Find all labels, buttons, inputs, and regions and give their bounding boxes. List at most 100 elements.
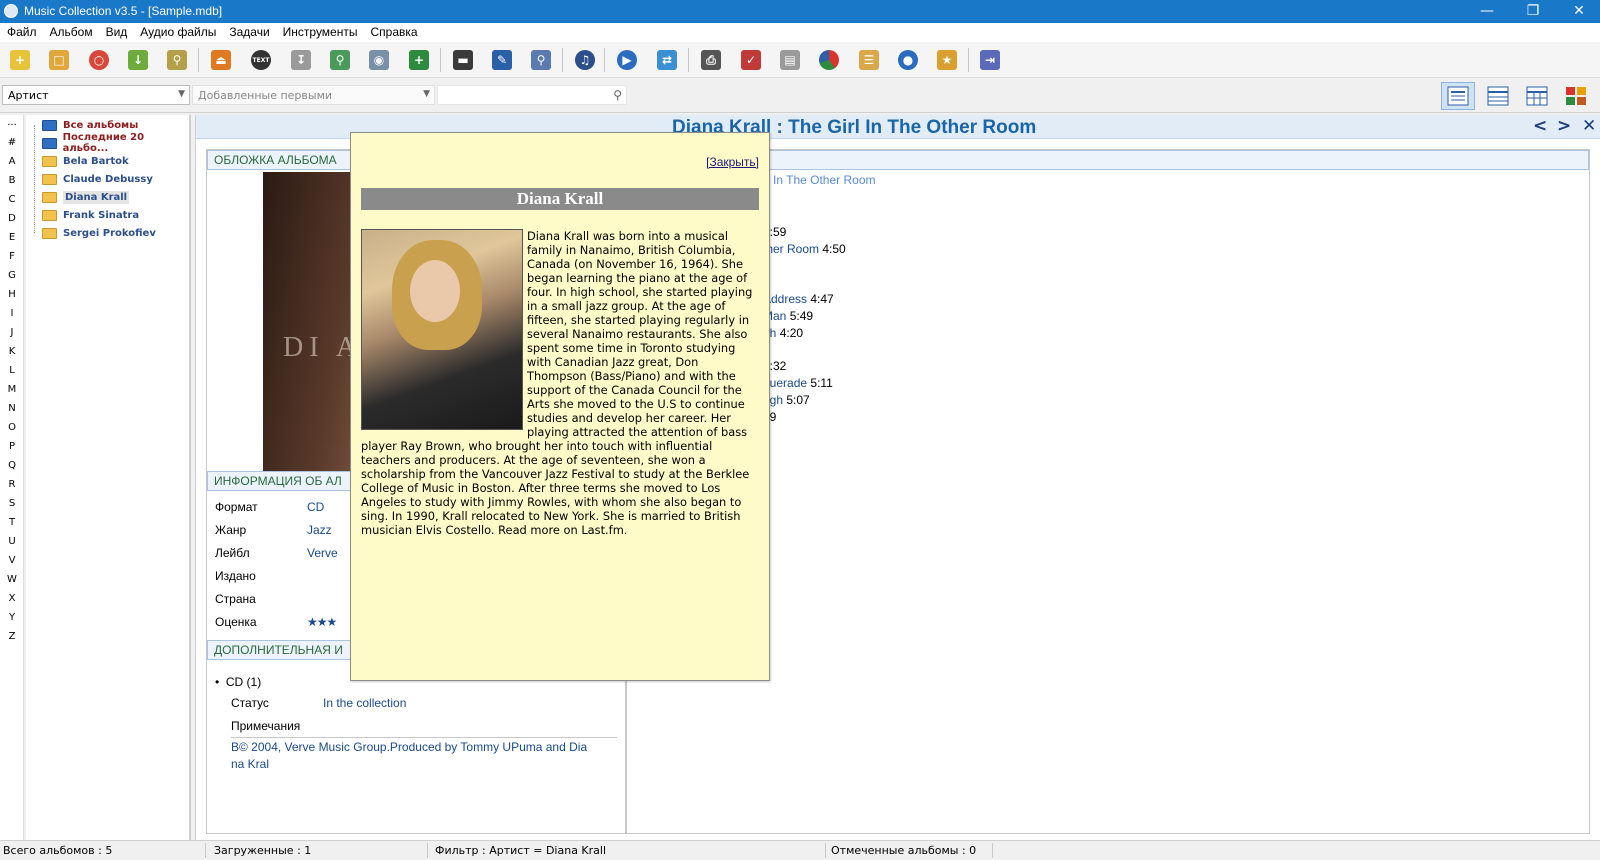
field-select[interactable]: Артист ▼ — [2, 85, 190, 105]
print-icon[interactable]: ⎙ — [698, 47, 724, 73]
next-album-button[interactable]: > — [1557, 116, 1571, 136]
import-icon[interactable]: ↓ — [125, 47, 151, 73]
close-window-button[interactable]: ✕ — [1556, 0, 1600, 23]
eject-icon[interactable]: ⏏ — [208, 47, 234, 73]
track-row[interactable]: ther Room 4:50 — [763, 242, 846, 256]
alpha-item[interactable]: C — [0, 194, 24, 205]
alpha-item[interactable]: I — [0, 308, 24, 319]
tree-item-artist[interactable]: Claude Debussy — [42, 170, 153, 188]
alpha-item[interactable]: J — [0, 327, 24, 338]
app-icon — [4, 4, 18, 18]
edit-icon[interactable]: ✎ — [489, 47, 515, 73]
user-icon[interactable]: ● — [895, 47, 921, 73]
shuffle-icon[interactable]: ⇄ — [654, 47, 680, 73]
prev-album-button[interactable]: < — [1533, 116, 1547, 136]
view-details-button[interactable] — [1441, 82, 1475, 110]
ribbon-icon[interactable]: ★ — [934, 47, 960, 73]
rating-stars[interactable]: ★★★ — [307, 615, 337, 629]
artist-photo — [361, 229, 523, 430]
camera-icon[interactable]: ◉ — [366, 47, 392, 73]
search-online-icon[interactable]: ⚲ — [327, 47, 353, 73]
alpha-item[interactable]: R — [0, 479, 24, 490]
folder-icon — [42, 137, 57, 149]
tree-item-artist[interactable]: Bela Bartok — [42, 152, 129, 170]
close-popup-link[interactable]: [Закрыть] — [706, 155, 759, 169]
alpha-item[interactable]: T — [0, 517, 24, 528]
alpha-item[interactable]: K — [0, 346, 24, 357]
audio-search-icon[interactable]: ♫ — [572, 47, 598, 73]
list-icon[interactable]: ☰ — [856, 47, 882, 73]
calendar-icon[interactable]: ✓ — [738, 47, 764, 73]
folder-icon — [42, 173, 57, 185]
alpha-item[interactable]: L — [0, 365, 24, 376]
alpha-item[interactable]: N — [0, 403, 24, 414]
alpha-item[interactable]: M — [0, 384, 24, 395]
alpha-item[interactable]: Q — [0, 460, 24, 471]
lifebuoy-icon[interactable]: ○ — [86, 47, 112, 73]
download-icon[interactable]: ↧ — [288, 47, 314, 73]
search-icon[interactable]: ⚲ — [613, 88, 622, 102]
notes-text: B© 2004, Verve Music Group.Produced by T… — [231, 740, 588, 754]
close-album-button[interactable]: ✕ — [1582, 116, 1596, 136]
play-icon[interactable]: ▶ — [614, 47, 640, 73]
text-disc-icon[interactable]: TEXT — [248, 47, 274, 73]
covers-view-icon — [1566, 87, 1586, 105]
restore-button[interactable]: ❐ — [1510, 0, 1556, 23]
tree-item-artist-selected[interactable]: Diana Krall — [42, 188, 130, 206]
menu-view[interactable]: Вид — [99, 23, 134, 39]
track-row[interactable]: ugh 5:07 — [763, 393, 810, 407]
menu-tools[interactable]: Инструменты — [276, 23, 364, 39]
add-folder-icon[interactable]: □ — [46, 47, 72, 73]
tree-item-artist[interactable]: Frank Sinatra — [42, 206, 139, 224]
alpha-item[interactable]: O — [0, 422, 24, 433]
zoom-icon[interactable]: ⚲ — [528, 47, 554, 73]
alpha-item[interactable]: S — [0, 498, 24, 509]
tree-item-artist[interactable]: Sergei Prokofiev — [42, 224, 156, 242]
alpha-item[interactable]: X — [0, 593, 24, 604]
window-icon[interactable]: ▬ — [450, 47, 476, 73]
view-covers-button[interactable] — [1559, 82, 1593, 110]
find-icon[interactable]: ⚲ — [164, 47, 190, 73]
alpha-item[interactable]: E — [0, 232, 24, 243]
new-window-icon[interactable]: + — [406, 47, 432, 73]
tree-item-last-20[interactable]: Последние 20 альбо... — [42, 132, 189, 154]
alpha-item[interactable]: A — [0, 156, 24, 167]
tracklist-subtitle: rl In The Other Room — [763, 173, 876, 187]
pie-chart-icon[interactable] — [816, 47, 842, 73]
menu-bar: Файл Альбом Вид Аудио файлы Задачи Инструмент… — [0, 23, 1600, 42]
track-row[interactable]: Address 4:47 — [763, 292, 834, 306]
alpha-item[interactable]: W — [0, 574, 24, 585]
alpha-item[interactable]: Z — [0, 631, 24, 642]
alpha-item[interactable]: Y — [0, 612, 24, 623]
artist-bio: Diana Krall was born into a musical fami… — [361, 229, 761, 537]
chevron-down-icon: ▼ — [423, 89, 430, 99]
search-input[interactable]: ⚲ — [437, 85, 627, 105]
menu-tasks[interactable]: Задачи — [222, 23, 275, 39]
alphabet-index: ... # A B C D E F G H I J K L M N O P Q … — [0, 115, 24, 840]
track-row[interactable]: Man 5:49 — [763, 309, 813, 323]
alpha-item[interactable]: U — [0, 536, 24, 547]
menu-album[interactable]: Альбом — [43, 23, 99, 39]
minimize-button[interactable]: — — [1464, 0, 1510, 23]
alpha-item[interactable]: # — [0, 137, 24, 148]
alpha-all[interactable]: ... — [0, 117, 24, 128]
menu-audio-files[interactable]: Аудио файлы — [133, 23, 222, 39]
menu-file[interactable]: Файл — [0, 23, 43, 39]
document-icon[interactable]: ▤ — [777, 47, 803, 73]
alpha-item[interactable]: H — [0, 289, 24, 300]
alpha-item[interactable]: P — [0, 441, 24, 452]
alpha-item[interactable]: F — [0, 251, 24, 262]
status-total: Всего альбомов : 5 — [3, 844, 113, 857]
alpha-item[interactable]: G — [0, 270, 24, 281]
exit-icon[interactable]: ⇥ — [977, 47, 1003, 73]
alpha-item[interactable]: V — [0, 555, 24, 566]
sort-select[interactable]: Добавленные первыми ▼ — [192, 85, 435, 105]
alpha-item[interactable]: D — [0, 213, 24, 224]
view-table-button[interactable] — [1481, 82, 1515, 110]
track-row[interactable]: querade 5:11 — [763, 376, 833, 390]
alpha-item[interactable]: B — [0, 175, 24, 186]
view-grid-button[interactable] — [1520, 82, 1554, 110]
status-bar: Всего альбомов : 5 Загруженные : 1 Фильт… — [0, 840, 1600, 860]
menu-help[interactable]: Справка — [363, 23, 423, 39]
add-album-icon[interactable]: + — [7, 47, 33, 73]
